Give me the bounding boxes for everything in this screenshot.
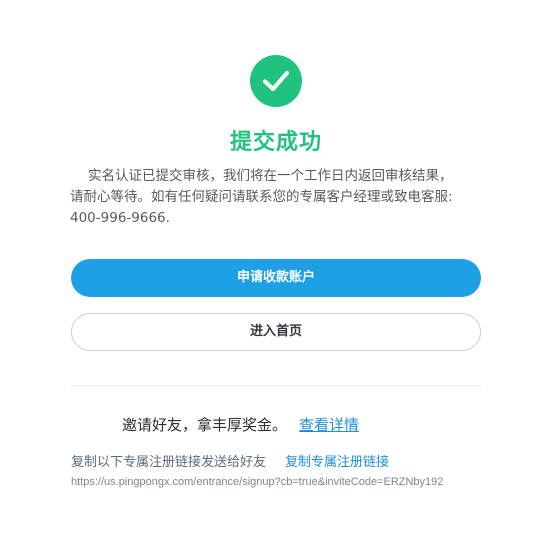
referral-url: https://us.pingpongx.com/entrance/signup… xyxy=(71,476,444,488)
description-line: 400-996-9666. xyxy=(70,210,170,226)
go-home-button[interactable]: 进入首页 xyxy=(71,313,481,351)
copy-link-button[interactable]: 复制专属注册链接 xyxy=(285,455,389,470)
check-circle-icon xyxy=(250,55,302,107)
apply-account-button[interactable]: 申请收款账户 xyxy=(71,259,481,297)
divider xyxy=(71,385,481,386)
success-title: 提交成功 xyxy=(229,130,322,155)
submission-success-page: 提交成功 实名认证已提交审核，我们将在一个工作日内返回审核结果， 请耐心等待。如… xyxy=(0,0,534,544)
description-line: 请耐心等待。如有任何疑问请联系您的专属客户经理或致电客服: xyxy=(70,189,453,205)
success-description: 实名认证已提交审核，我们将在一个工作日内返回审核结果， 请耐心等待。如有任何疑问… xyxy=(70,166,480,229)
invite-text: 邀请好友，拿丰厚奖金。 xyxy=(122,416,288,434)
copy-prompt: 复制以下专属注册链接发送给好友 xyxy=(71,455,267,470)
view-details-link[interactable]: 查看详情 xyxy=(299,416,359,434)
invite-row: 邀请好友，拿丰厚奖金。 查看详情 xyxy=(122,414,359,435)
copy-row: 复制以下专属注册链接发送给好友 复制专属注册链接 xyxy=(71,451,389,470)
description-line: 实名认证已提交审核，我们将在一个工作日内返回审核结果， xyxy=(88,168,453,184)
